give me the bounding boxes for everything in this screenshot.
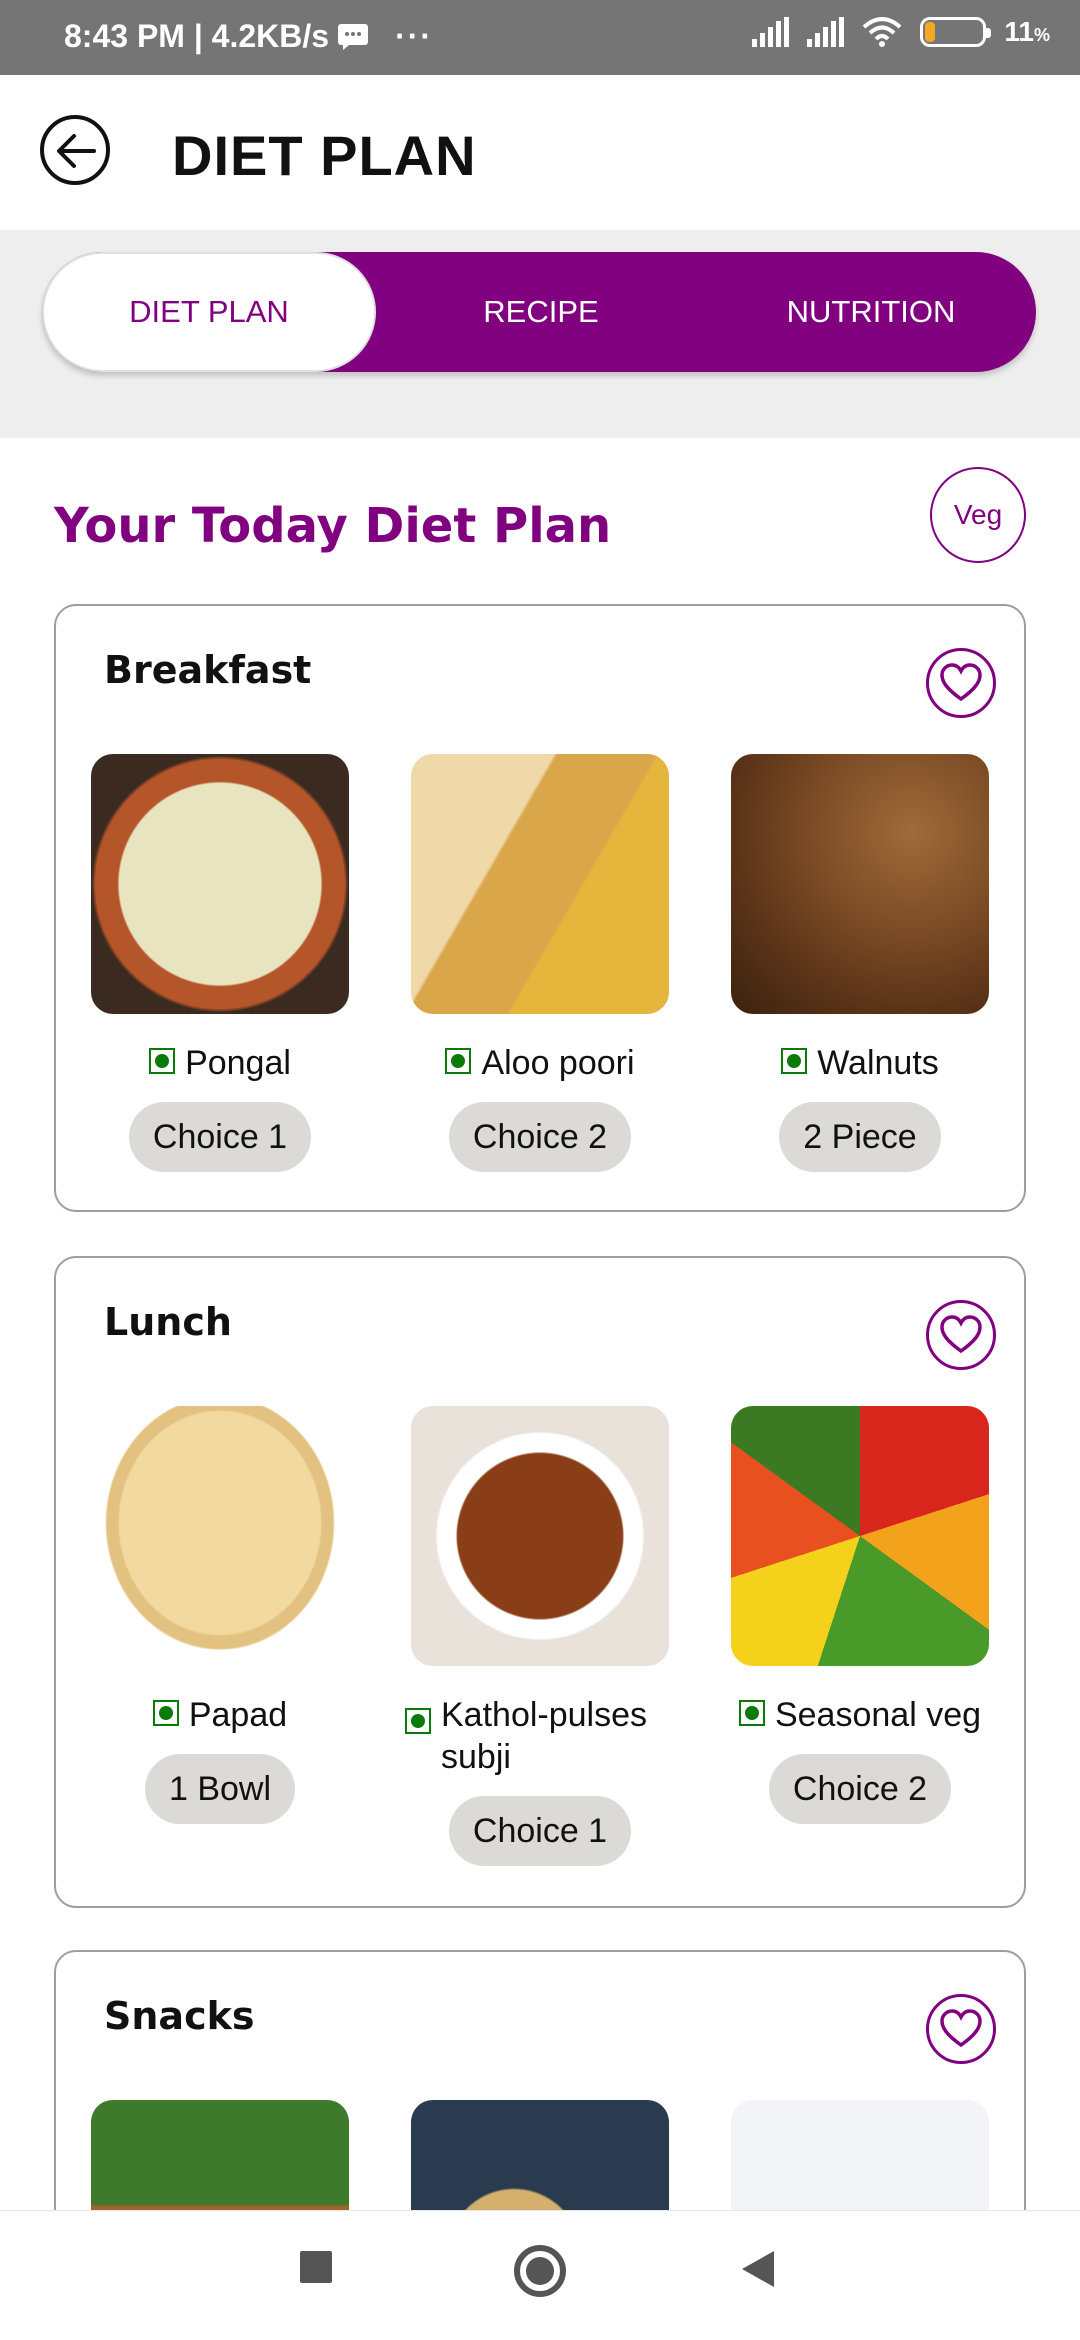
food-name: Aloo poori bbox=[481, 1044, 635, 1082]
app-header: DIET PLAN bbox=[0, 75, 1080, 230]
food-name: Papad bbox=[188, 1696, 288, 1734]
favorite-button[interactable] bbox=[926, 648, 996, 718]
message-icon bbox=[338, 23, 369, 50]
food-image-seasonal-veg bbox=[731, 1406, 989, 1666]
favorite-button[interactable] bbox=[926, 1994, 996, 2064]
food-name: Seasonal veg bbox=[774, 1696, 982, 1734]
meal-card-breakfast: Breakfast Pongal Choice 1 Aloo poori Cho… bbox=[54, 604, 1026, 1212]
veg-filter-button[interactable]: Veg bbox=[930, 467, 1026, 563]
meal-title: Breakfast bbox=[104, 648, 312, 692]
quantity-pill: Choice 2 bbox=[448, 1102, 632, 1172]
meal-card-lunch: Lunch Papad 1 Bowl Kathol-pulses subji C… bbox=[54, 1256, 1026, 1908]
food-item[interactable]: Walnuts 2 Piece bbox=[730, 754, 990, 1172]
status-time: 8:43 PM | 4.2KB/s bbox=[64, 18, 330, 54]
heart-icon bbox=[940, 1315, 982, 1354]
veg-mark-icon bbox=[781, 1048, 808, 1074]
tab-nutrition[interactable]: NUTRITION bbox=[706, 252, 1036, 372]
status-right: 11% bbox=[752, 16, 1050, 48]
veg-mark-icon bbox=[738, 1700, 765, 1726]
tab-diet-plan[interactable]: DIET PLAN bbox=[42, 252, 376, 372]
food-name: Kathol-pulses subji bbox=[441, 1696, 648, 1776]
battery-level: 11% bbox=[1004, 16, 1050, 47]
back-button[interactable] bbox=[40, 115, 110, 185]
section-title: Your Today Diet Plan bbox=[54, 498, 612, 554]
heart-icon bbox=[940, 663, 982, 702]
meal-title: Snacks bbox=[104, 1994, 255, 2038]
food-image-kathol-pulses bbox=[411, 1406, 669, 1666]
more-notifications: ··· bbox=[395, 18, 434, 54]
tab-recipe[interactable]: RECIPE bbox=[376, 252, 706, 372]
quantity-pill: Choice 1 bbox=[128, 1102, 312, 1172]
circle-home-icon[interactable] bbox=[512, 2243, 568, 2299]
veg-mark-icon bbox=[405, 1708, 431, 1734]
status-left: 8:43 PM | 4.2KB/s ··· bbox=[64, 18, 433, 55]
food-item[interactable]: Seasonal veg Choice 2 bbox=[730, 1406, 990, 1866]
food-item[interactable]: Kathol-pulses subji Choice 1 bbox=[405, 1406, 670, 1866]
quantity-pill: 2 Piece bbox=[779, 1102, 941, 1172]
heart-icon bbox=[940, 2009, 982, 2048]
wifi-icon bbox=[863, 17, 902, 47]
arrow-left-icon bbox=[57, 134, 96, 168]
signal-icon bbox=[752, 17, 790, 47]
status-bar: 8:43 PM | 4.2KB/s ··· 11% bbox=[0, 0, 1080, 75]
tab-bar: DIET PLAN RECIPE NUTRITION bbox=[42, 252, 1036, 372]
veg-mark-icon bbox=[149, 1048, 176, 1074]
food-image-walnuts bbox=[731, 754, 989, 1014]
page-title: DIET PLAN bbox=[172, 124, 477, 187]
signal-icon bbox=[807, 17, 845, 47]
veg-mark-icon bbox=[152, 1700, 179, 1726]
meal-title: Lunch bbox=[104, 1300, 232, 1344]
triangle-back-icon[interactable] bbox=[740, 2249, 776, 2289]
food-item[interactable]: Aloo poori Choice 2 bbox=[410, 754, 670, 1172]
system-nav-bar bbox=[0, 2210, 1080, 2340]
food-name: Pongal bbox=[185, 1044, 291, 1082]
quantity-pill: Choice 1 bbox=[448, 1796, 632, 1866]
food-image-aloo-poori bbox=[411, 754, 669, 1014]
quantity-pill: Choice 2 bbox=[768, 1754, 952, 1824]
meal-items: Papad 1 Bowl Kathol-pulses subji Choice … bbox=[90, 1406, 990, 1866]
battery-icon bbox=[920, 17, 992, 47]
food-item[interactable]: Pongal Choice 1 bbox=[90, 754, 350, 1172]
favorite-button[interactable] bbox=[926, 1300, 996, 1370]
food-name: Walnuts bbox=[817, 1044, 939, 1082]
quantity-pill: 1 Bowl bbox=[144, 1754, 296, 1824]
food-image-papad bbox=[91, 1406, 349, 1666]
tab-area: DIET PLAN RECIPE NUTRITION bbox=[0, 230, 1080, 438]
square-icon[interactable] bbox=[298, 2249, 334, 2285]
food-image-pongal bbox=[91, 754, 349, 1014]
meal-items: Pongal Choice 1 Aloo poori Choice 2 Waln… bbox=[90, 754, 990, 1172]
veg-mark-icon bbox=[445, 1048, 472, 1074]
food-item[interactable]: Papad 1 Bowl bbox=[90, 1406, 350, 1866]
